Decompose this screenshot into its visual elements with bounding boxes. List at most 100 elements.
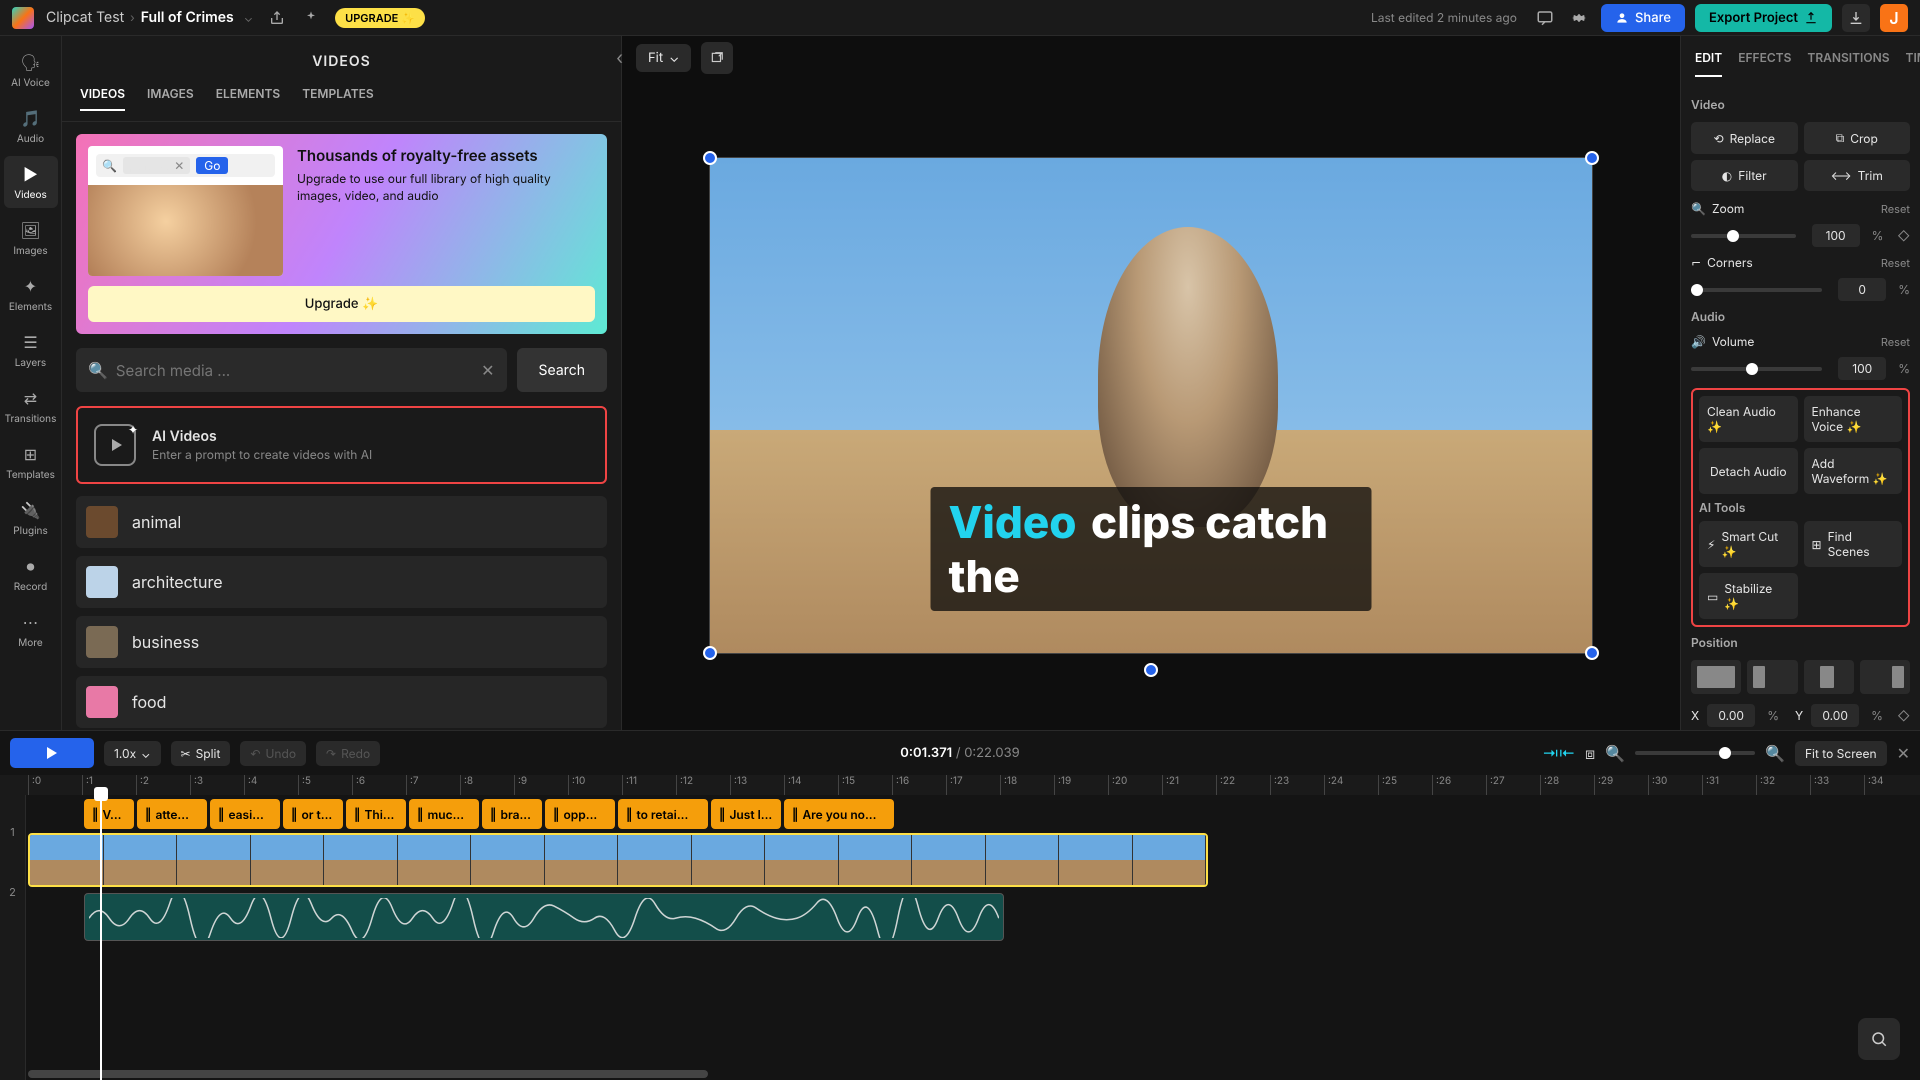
caption-clip[interactable]: ‖atte...	[137, 799, 207, 829]
volume-value[interactable]: 100	[1838, 357, 1886, 380]
ruler-tick[interactable]: :28	[1540, 775, 1594, 795]
rail-item-elements[interactable]: ✦Elements	[4, 268, 58, 320]
ruler-tick[interactable]: :34	[1864, 775, 1918, 795]
right-tab-effects[interactable]: EFFECTS	[1738, 50, 1791, 77]
ruler-tick[interactable]: :19	[1054, 775, 1108, 795]
zoom-reset[interactable]: Reset	[1881, 202, 1910, 216]
speed-dropdown[interactable]: 1.0x⌄	[104, 741, 161, 766]
rail-item-audio[interactable]: 🎵Audio	[4, 100, 58, 152]
ruler-tick[interactable]: :31	[1702, 775, 1756, 795]
search-button[interactable]: Search	[517, 348, 607, 392]
banner-upgrade-button[interactable]: Upgrade ✨	[88, 286, 595, 322]
right-tab-edit[interactable]: EDIT	[1695, 50, 1722, 77]
ruler-tick[interactable]: :15	[838, 775, 892, 795]
caption-clip[interactable]: ‖V...	[84, 799, 134, 829]
caption-clip[interactable]: ‖muc...	[409, 799, 479, 829]
ruler-tick[interactable]: :3	[190, 775, 244, 795]
ruler-tick[interactable]: :2	[136, 775, 190, 795]
download-button[interactable]	[1842, 4, 1870, 32]
ruler-tick[interactable]: :10	[568, 775, 622, 795]
timeline-zoom-slider[interactable]	[1635, 751, 1755, 755]
ai-videos-button[interactable]: ✦ AI Videos Enter a prompt to create vid…	[76, 406, 607, 484]
ruler-tick[interactable]: :24	[1324, 775, 1378, 795]
right-tab-transitions[interactable]: TRANSITIONS	[1807, 50, 1889, 77]
pos-right[interactable]	[1860, 660, 1910, 694]
stabilize-button[interactable]: ▭Stabilize ✨	[1699, 573, 1798, 619]
fit-screen-button[interactable]: Fit to Screen	[1795, 741, 1887, 766]
ruler-tick[interactable]: :33	[1810, 775, 1864, 795]
sparkle-icon[interactable]	[301, 8, 321, 28]
chevron-down-icon[interactable]: ⌄	[244, 10, 253, 25]
caption-clip[interactable]: ‖Just l...	[711, 799, 781, 829]
detach-audio-button[interactable]: Detach Audio	[1699, 448, 1798, 494]
zoom-in-icon[interactable]: 🔍	[1765, 743, 1785, 763]
volume-slider[interactable]	[1691, 367, 1822, 371]
caption-clip[interactable]: ‖Thi...	[346, 799, 406, 829]
x-value[interactable]: 0.00	[1707, 704, 1755, 727]
timeline-ruler[interactable]: :0:1:2:3:4:5:6:7:8:9:10:11:12:13:14:15:1…	[0, 775, 1920, 795]
pos-center[interactable]	[1804, 660, 1854, 694]
comment-icon[interactable]	[1535, 8, 1555, 28]
trim-button[interactable]: ⟷Trim	[1804, 160, 1911, 191]
rail-item-plugins[interactable]: 🔌Plugins	[4, 492, 58, 544]
ruler-tick[interactable]: :8	[460, 775, 514, 795]
video-track-clip[interactable]	[28, 833, 1208, 887]
rail-item-images[interactable]: 🖼Images	[4, 212, 58, 264]
find-scenes-button[interactable]: ⊞Find Scenes	[1804, 521, 1903, 567]
ruler-tick[interactable]: :27	[1486, 775, 1540, 795]
ruler-tick[interactable]: :20	[1108, 775, 1162, 795]
timeline-scrollbar[interactable]	[28, 1070, 708, 1078]
clear-icon[interactable]: ✕	[481, 360, 494, 380]
right-tab-timing[interactable]: TIMING	[1906, 50, 1920, 77]
rail-item-record[interactable]: ⏺Record	[4, 548, 58, 600]
caption-clip[interactable]: ‖Are you no...	[784, 799, 894, 829]
resize-handle-tl[interactable]	[703, 151, 717, 165]
ruler-tick[interactable]: :29	[1594, 775, 1648, 795]
corners-slider[interactable]	[1691, 288, 1822, 292]
rail-item-ai-voice[interactable]: 🗣AI Voice	[4, 44, 58, 96]
export-button[interactable]: Export Project	[1695, 4, 1832, 32]
open-new-window-button[interactable]	[701, 42, 733, 74]
playhead[interactable]	[100, 795, 102, 1080]
search-field[interactable]	[116, 361, 481, 380]
zoom-value[interactable]: 100	[1812, 224, 1860, 247]
clean-audio-button[interactable]: Clean Audio ✨	[1699, 396, 1798, 442]
captions-track[interactable]: ‖V...‖atte...‖easi...‖or t...‖Thi...‖muc…	[84, 799, 1920, 829]
corners-value[interactable]: 0	[1838, 278, 1886, 301]
gear-icon[interactable]	[1569, 8, 1589, 28]
ruler-tick[interactable]: :14	[784, 775, 838, 795]
replace-button[interactable]: ⟲Replace	[1691, 122, 1798, 154]
ruler-tick[interactable]: :18	[1000, 775, 1054, 795]
volume-reset[interactable]: Reset	[1881, 335, 1910, 349]
play-button[interactable]	[10, 738, 94, 768]
link-icon[interactable]: ◇	[1897, 708, 1910, 723]
ruler-tick[interactable]: :5	[298, 775, 352, 795]
rail-item-more[interactable]: ⋯More	[4, 604, 58, 656]
category-food[interactable]: food	[76, 676, 607, 728]
rail-item-transitions[interactable]: ⇄Transitions	[4, 380, 58, 432]
banner-go-button[interactable]: Go	[196, 157, 228, 174]
ruler-tick[interactable]: :6	[352, 775, 406, 795]
ruler-tick[interactable]: :26	[1432, 775, 1486, 795]
share-button[interactable]: Share	[1601, 4, 1685, 32]
ruler-tick[interactable]: :9	[514, 775, 568, 795]
ruler-tick[interactable]: :16	[892, 775, 946, 795]
media-search-input[interactable]: 🔍 ✕	[76, 348, 507, 392]
ruler-tick[interactable]: :21	[1162, 775, 1216, 795]
filter-button[interactable]: ◐Filter	[1691, 160, 1798, 191]
ruler-tick[interactable]: :30	[1648, 775, 1702, 795]
ruler-tick[interactable]: :0	[28, 775, 82, 795]
caption-clip[interactable]: ‖or t...	[283, 799, 343, 829]
share-up-icon[interactable]	[267, 8, 287, 28]
timeline-tracks[interactable]: 12 ‖V...‖atte...‖easi...‖or t...‖Thi...‖…	[0, 795, 1920, 1080]
category-animal[interactable]: animal	[76, 496, 607, 548]
resize-handle-tr[interactable]	[1585, 151, 1599, 165]
close-timeline-icon[interactable]: ✕	[1897, 743, 1910, 763]
smart-cut-button[interactable]: ⚡Smart Cut ✨	[1699, 521, 1798, 567]
corners-reset[interactable]: Reset	[1881, 256, 1910, 270]
caption-clip[interactable]: ‖to retai...	[618, 799, 708, 829]
category-business[interactable]: business	[76, 616, 607, 668]
caption-clip[interactable]: ‖easi...	[210, 799, 280, 829]
resize-handle-br[interactable]	[1585, 646, 1599, 660]
left-tab-elements[interactable]: ELEMENTS	[216, 86, 281, 111]
